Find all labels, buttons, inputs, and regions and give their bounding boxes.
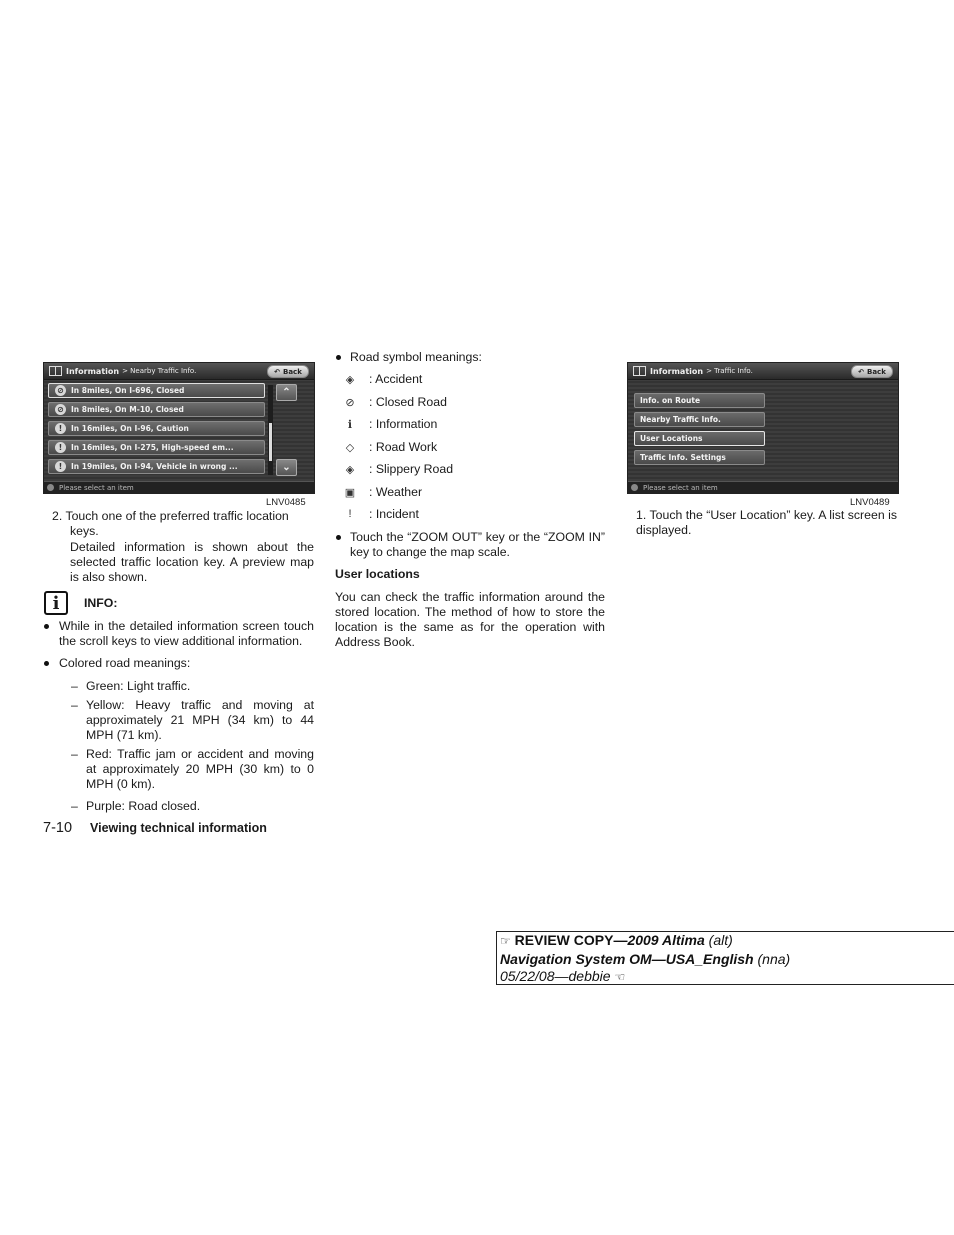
traffic-info-screen: Information > Traffic Info. ↶ Back Info. … xyxy=(627,362,899,494)
screen-status-bar: Please select an item xyxy=(44,481,314,493)
road-symbol-heading: Road symbol meanings: xyxy=(350,350,482,364)
color-purple: Purple: Road closed. xyxy=(86,799,201,813)
step-2-detail: Detailed information is shown about the … xyxy=(70,540,314,584)
dash: – xyxy=(71,799,78,813)
closed-road-icon: ⊘ xyxy=(55,404,66,415)
back-button[interactable]: ↶ Back xyxy=(851,365,893,378)
traffic-item[interactable]: ! In 16miles, On I-96, Caution xyxy=(48,421,265,436)
traffic-item[interactable]: ! In 16miles, On I-275, High-speed em... xyxy=(48,440,265,455)
dash: – xyxy=(71,698,78,712)
info-heading: INFO: xyxy=(84,596,118,610)
info-on-route-button[interactable]: Info. on Route xyxy=(634,393,765,408)
incident-icon: ! xyxy=(55,442,66,453)
scroll-down-button[interactable]: ⌄ xyxy=(276,459,297,476)
review-line-3: 05/22/08—debbie ☜ xyxy=(500,968,626,984)
incident-icon: ! xyxy=(348,508,352,520)
step-2: 2. Touch one of the preferred traffic lo… xyxy=(52,509,289,523)
color-green: Green: Light traffic. xyxy=(86,679,191,693)
symbol-label: : Closed Road xyxy=(369,395,447,409)
traffic-item[interactable]: ⊘ In 8miles, On I-696, Closed xyxy=(48,383,265,398)
symbol-label: : Weather xyxy=(369,485,423,499)
pointing-hand-right-icon: ☞ xyxy=(500,934,511,948)
weather-icon: ▣ xyxy=(344,486,356,499)
info-icon: i xyxy=(44,591,68,615)
incident-icon: ! xyxy=(55,423,66,434)
symbol-label: : Incident xyxy=(369,507,419,521)
info-icon xyxy=(631,484,638,491)
review-copy-stamp: ☞ REVIEW COPY—2009 Altima (alt) Navigati… xyxy=(496,931,954,985)
traffic-item[interactable]: ⊘ In 8miles, On M-10, Closed xyxy=(48,402,265,417)
step-2-cont: keys. xyxy=(70,524,99,538)
header-title: Information xyxy=(66,366,120,376)
info-icon xyxy=(47,484,54,491)
back-arrow-icon: ↶ xyxy=(858,367,864,376)
symbol-label: : Road Work xyxy=(369,440,438,454)
section-title: Viewing technical information xyxy=(90,821,267,835)
information-icon: ℹ xyxy=(347,418,353,431)
dash: – xyxy=(71,747,78,761)
incident-icon: ! xyxy=(55,461,66,472)
nearby-traffic-screen: Information > Nearby Traffic Info. ↶ Back… xyxy=(43,362,315,494)
bullet xyxy=(44,661,49,666)
symbol-label: : Accident xyxy=(369,372,423,386)
user-locations-heading: User locations xyxy=(335,567,420,581)
symbol-label: : Information xyxy=(369,417,438,431)
header-breadcrumb: > Traffic Info. xyxy=(706,367,753,375)
figure-label: LNV0485 xyxy=(266,497,306,508)
color-yellow: Yellow: Heavy traffic and moving at appr… xyxy=(86,698,314,742)
chevron-down-icon: ⌄ xyxy=(282,461,291,473)
traffic-item[interactable]: ! In 19miles, On I-94, Vehicle in wrong .… xyxy=(48,459,265,474)
review-line-2: Navigation System OM—USA_English (nna) xyxy=(500,950,791,967)
scroll-up-button[interactable]: ⌃ xyxy=(276,384,297,401)
bullet xyxy=(44,624,49,629)
scrollbar-thumb[interactable] xyxy=(269,423,272,461)
step-1: 1. Touch the “User Location” key. A list… xyxy=(636,508,897,537)
road-work-icon: ◇ xyxy=(345,441,355,454)
screen-header: Information > Nearby Traffic Info. ↶ Back xyxy=(44,363,314,380)
dash: – xyxy=(71,679,78,693)
review-line-1: ☞ REVIEW COPY—2009 Altima (alt) xyxy=(500,932,733,948)
bullet xyxy=(336,535,341,540)
closed-road-icon: ⊘ xyxy=(55,385,66,396)
traffic-info-settings-button[interactable]: Traffic Info. Settings xyxy=(634,450,765,465)
bullet xyxy=(336,355,341,360)
book-icon xyxy=(49,366,62,376)
figure-label: LNV0489 xyxy=(850,497,890,508)
slippery-road-icon: ◈ xyxy=(345,463,355,476)
screen-header: Information > Traffic Info. ↶ Back xyxy=(628,363,898,380)
header-title: Information xyxy=(650,366,704,376)
screen-status-bar: Please select an item xyxy=(628,481,898,493)
user-locations-paragraph: You can check the traffic information ar… xyxy=(335,590,605,649)
symbol-label: : Slippery Road xyxy=(369,462,454,476)
info-bullet-scroll: While in the detailed information screen… xyxy=(59,619,314,648)
closed-road-icon: ⊘ xyxy=(345,396,355,409)
pointing-hand-left-icon: ☜ xyxy=(614,970,626,984)
header-breadcrumb: > Nearby Traffic Info. xyxy=(122,367,197,375)
page-number: 7-10 xyxy=(43,820,73,836)
user-locations-button[interactable]: User Locations xyxy=(634,431,765,446)
accident-icon: ◈ xyxy=(345,373,355,386)
back-button[interactable]: ↶ Back xyxy=(267,365,309,378)
back-arrow-icon: ↶ xyxy=(274,367,280,376)
chevron-up-icon: ⌃ xyxy=(282,386,291,398)
color-red: Red: Traffic jam or accident and moving … xyxy=(86,747,314,791)
zoom-instruction: Touch the “ZOOM OUT” key or the “ZOOM IN… xyxy=(350,530,605,559)
book-icon xyxy=(633,366,646,376)
nearby-traffic-info-button[interactable]: Nearby Traffic Info. xyxy=(634,412,765,427)
colored-road-heading: Colored road meanings: xyxy=(59,656,191,670)
